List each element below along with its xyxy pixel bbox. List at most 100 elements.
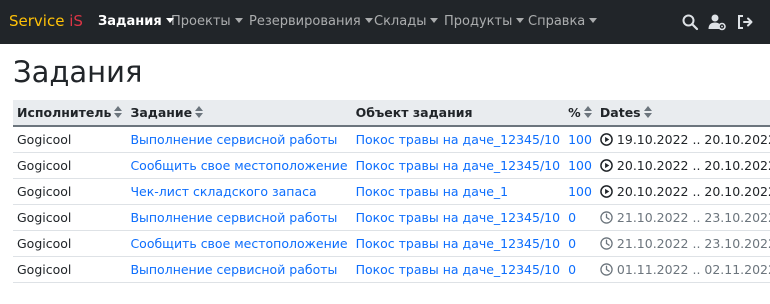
object-link[interactable]: Покос травы на даче_12345/10 [356,262,561,277]
object-link[interactable]: Покос травы на даче_12345/10 [356,132,561,147]
chevron-down-icon [430,18,439,23]
dates-range: 21.10.2022 .. 23.10.2022 [616,235,770,251]
nav-tasks-menu[interactable]: Задания [98,12,174,32]
percent-link[interactable]: 0 [568,210,576,225]
task-link[interactable]: Сообщить свое местоположение [130,236,347,251]
object-link[interactable]: Покос травы на даче_12345/10 [356,236,561,251]
column-header-user-label: Исполнитель [17,105,112,120]
nav-reservations-label: Резервирования [249,14,361,29]
percent-link[interactable]: 100 [568,158,592,173]
nav-warehouses-menu[interactable]: Склады [374,12,439,32]
play-circle-icon [600,158,613,172]
percent-cell: 0 [564,256,596,283]
play-circle-icon [600,132,613,146]
dates-range: 01.11.2022 .. 02.11.2022 [616,261,770,277]
task-cell: Чек-лист складского запаса [126,178,352,205]
table-row: Gogicool Выполнение сервисной работы Пок… [13,204,770,231]
tasks-table: Исполнитель Задание Объект задания % Dat… [13,100,770,283]
object-link[interactable]: Покос травы на даче_1 [356,184,509,199]
object-link[interactable]: Покос травы на даче_12345/10 [356,158,561,173]
percent-link[interactable]: 0 [568,236,576,251]
column-header-object-label: Объект задания [355,105,473,120]
nav-help-label: Справка [528,14,586,29]
user-settings-icon[interactable] [708,13,726,31]
brand-name: Service [9,12,70,30]
table-row: Gogicool Выполнение сервисной работы Пок… [13,126,770,153]
object-cell: Покос травы на даче_12345/10 [351,152,565,179]
task-cell: Сообщить свое местоположение [126,152,352,179]
nav-reservations-menu[interactable]: Резервирования [249,12,373,32]
chevron-down-icon [516,18,525,23]
brand-suffix: iS [69,12,83,30]
nav-projects-menu[interactable]: Проекты [171,12,243,32]
chevron-down-icon [234,18,243,23]
sort-icon [643,106,652,118]
sort-icon [583,106,592,118]
dates-range: 20.10.2022 .. 20.10.2022 [616,183,770,199]
nav-tasks-label: Задания [98,14,162,29]
task-link[interactable]: Выполнение сервисной работы [130,210,337,225]
object-link[interactable]: Покос травы на даче_12345/10 [356,210,561,225]
user-cell: Gogicool [13,204,127,231]
table-row: Gogicool Сообщить свое местоположение По… [13,230,770,257]
logout-icon[interactable] [736,13,754,31]
task-link[interactable]: Выполнение сервисной работы [130,262,337,277]
nav-projects-label: Проекты [171,14,231,29]
clock-icon [600,236,613,250]
chevron-down-icon [589,18,598,23]
dates-cell: 20.10.2022 .. 20.10.2022 [595,178,770,205]
dates-cell: 21.10.2022 .. 23.10.2022 [595,230,770,257]
column-header-dates[interactable]: Dates [595,100,770,127]
table-header-row: Исполнитель Задание Объект задания % Dat… [13,100,770,127]
nav-products-menu[interactable]: Продукты [444,12,525,32]
nav-products-label: Продукты [444,14,513,29]
brand-logo[interactable]: Service iS [9,11,83,31]
percent-link[interactable]: 100 [568,132,592,147]
column-header-user[interactable]: Исполнитель [13,100,127,127]
user-cell: Gogicool [13,256,127,283]
sort-icon [195,106,204,118]
clock-icon [600,262,613,276]
column-header-object: Объект задания [351,100,565,127]
percent-link[interactable]: 100 [568,184,592,199]
task-link[interactable]: Выполнение сервисной работы [130,132,337,147]
dates-cell: 21.10.2022 .. 23.10.2022 [595,204,770,231]
percent-cell: 100 [564,152,596,179]
column-header-percent[interactable]: % [564,100,596,127]
nav-warehouses-label: Склады [374,14,427,29]
table-row: Gogicool Выполнение сервисной работы Пок… [13,256,770,283]
user-cell: Gogicool [13,152,127,179]
percent-link[interactable]: 0 [568,262,576,277]
object-cell: Покос травы на даче_12345/10 [351,204,565,231]
search-icon[interactable] [681,13,699,31]
user-cell: Gogicool [13,230,127,257]
dates-range: 20.10.2022 .. 20.10.2022 [616,157,770,173]
sort-icon [114,106,123,118]
percent-cell: 0 [564,230,596,257]
table-row: Gogicool Сообщить свое местоположение По… [13,152,770,179]
column-header-task[interactable]: Задание [126,100,352,127]
dates-cell: 19.10.2022 .. 20.10.2022 [595,126,770,153]
clock-icon [600,210,613,224]
dates-range: 19.10.2022 .. 20.10.2022 [616,131,770,147]
nav-help-menu[interactable]: Справка [528,12,598,32]
table-row: Gogicool Чек-лист складского запаса Поко… [13,178,770,205]
dates-range: 21.10.2022 .. 23.10.2022 [616,209,770,225]
percent-cell: 100 [564,126,596,153]
object-cell: Покос травы на даче_12345/10 [351,126,565,153]
play-circle-icon [600,184,613,198]
task-cell: Выполнение сервисной работы [126,256,352,283]
dates-cell: 01.11.2022 .. 02.11.2022 [595,256,770,283]
task-cell: Выполнение сервисной работы [126,204,352,231]
user-cell: Gogicool [13,126,127,153]
page-title: Задания [13,55,143,89]
percent-cell: 0 [564,204,596,231]
chevron-down-icon [364,18,373,23]
column-header-task-label: Задание [130,105,193,120]
column-header-percent-label: % [568,105,581,120]
object-cell: Покос травы на даче_12345/10 [351,256,565,283]
task-link[interactable]: Чек-лист складского запаса [130,184,316,199]
task-link[interactable]: Сообщить свое местоположение [130,158,347,173]
task-cell: Выполнение сервисной работы [126,126,352,153]
top-navbar: Service iS Задания Проекты Резервировани… [0,0,770,44]
